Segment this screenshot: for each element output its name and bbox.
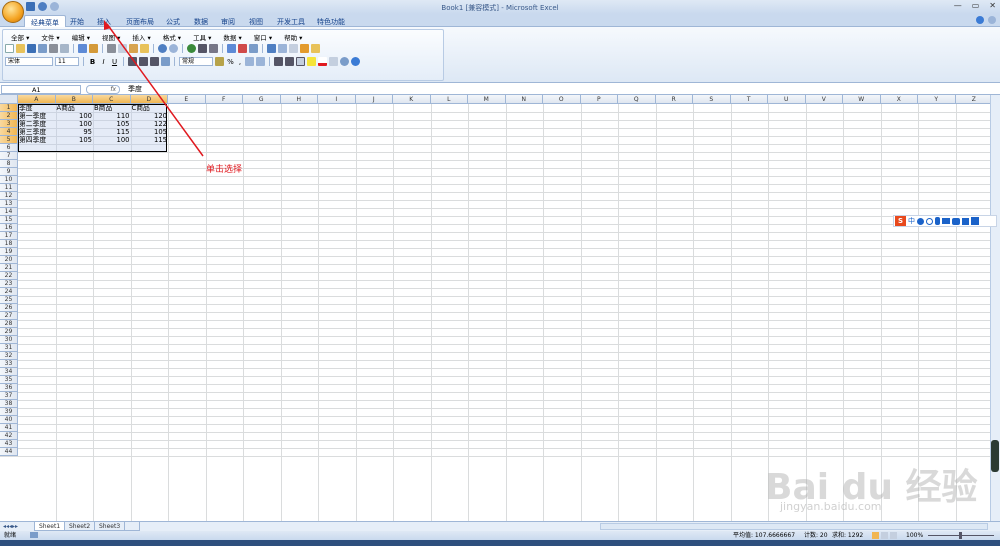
microphone-icon[interactable] [935, 217, 940, 225]
watermark-url: jingyan.baidu.com [780, 500, 882, 513]
emoji-icon[interactable] [926, 217, 933, 225]
keyboard-icon[interactable] [942, 218, 950, 224]
ime-lang-toggle[interactable]: 中 [908, 216, 915, 226]
punctuation-icon[interactable] [917, 217, 924, 225]
arrow-line [106, 23, 204, 157]
user-icon[interactable] [952, 217, 960, 225]
annotation-text: 单击选择 [206, 165, 243, 175]
office-button[interactable] [2, 1, 24, 23]
skin-icon[interactable] [962, 217, 969, 225]
sogou-logo-icon[interactable]: S [895, 216, 906, 226]
toolbox-icon[interactable] [971, 217, 979, 225]
ime-toolbar: S 中 [893, 215, 997, 227]
